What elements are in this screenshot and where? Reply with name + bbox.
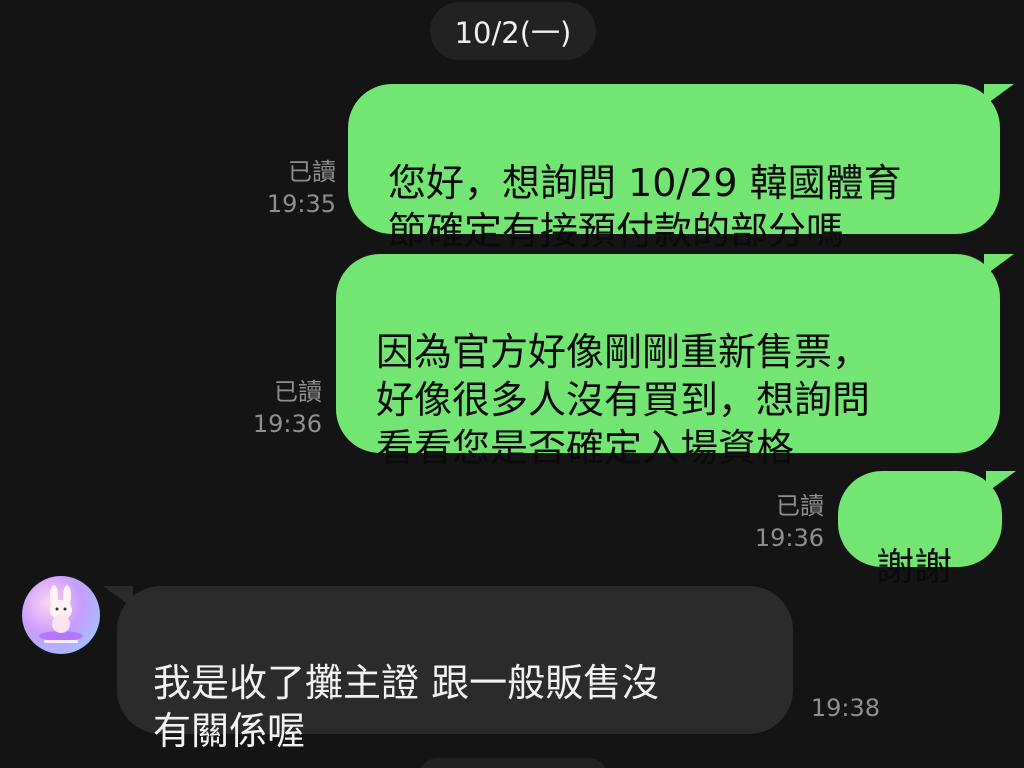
- message-text: 我是收了攤主證 跟一般販售沒 有關係喔: [153, 661, 660, 753]
- message-text: 因為官方好像剛剛重新售票， 好像很多人沒有買到，想詢問 看看您是否確定入場資格: [376, 330, 871, 470]
- message-text: 謝謝: [876, 545, 953, 589]
- bunny-avatar-graphic: [39, 585, 83, 643]
- message-meta: 19:38: [780, 692, 880, 724]
- bunny-avatar-icon[interactable]: [22, 576, 100, 654]
- read-receipt: 已讀: [288, 158, 336, 186]
- read-receipt: 已讀: [274, 378, 322, 406]
- incoming-message-bubble[interactable]: 我是收了攤主證 跟一般販售沒 有關係喔: [103, 586, 793, 753]
- message-time: 19:36: [252, 410, 322, 438]
- message-time: 19:36: [754, 524, 824, 552]
- message-time: 19:35: [266, 190, 336, 218]
- message-meta: 已讀 19:35: [236, 156, 336, 220]
- message-time: 19:38: [810, 694, 880, 722]
- date-separator: 10/2(一): [430, 2, 596, 60]
- date-separator-partial: [418, 758, 608, 768]
- chat-window: 10/2(一) 已讀 19:35 您好，想詢問 10/29 韓國體育 節確定有接…: [0, 0, 1024, 768]
- outgoing-message-bubble[interactable]: 您好，想詢問 10/29 韓國體育 節確定有接預付款的部分嗎: [348, 84, 1014, 253]
- message-text: 您好，想詢問 10/29 韓國體育 節確定有接預付款的部分嗎: [388, 161, 902, 253]
- outgoing-message-bubble[interactable]: 因為官方好像剛剛重新售票， 好像很多人沒有買到，想詢問 看看您是否確定入場資格: [336, 254, 1014, 470]
- read-receipt: 已讀: [776, 492, 824, 520]
- message-meta: 已讀 19:36: [222, 376, 322, 440]
- date-label: 10/2(一): [454, 16, 572, 50]
- outgoing-message-bubble[interactable]: 謝謝: [838, 471, 1016, 589]
- message-meta: 已讀 19:36: [724, 490, 824, 554]
